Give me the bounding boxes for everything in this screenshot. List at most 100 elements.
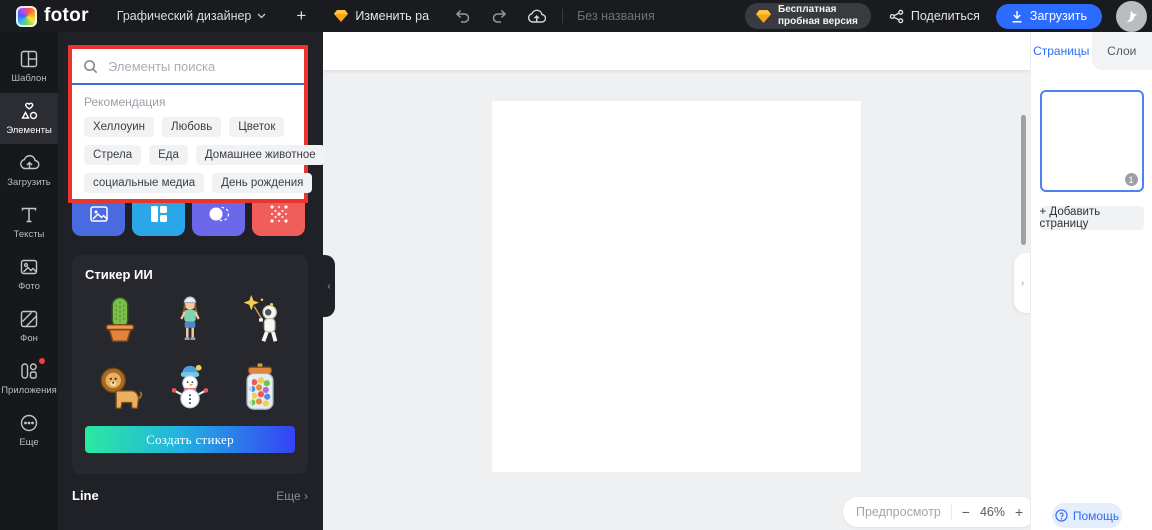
vertical-scrollbar[interactable]: [1021, 115, 1026, 245]
line-more-link[interactable]: Еще ›: [276, 489, 308, 503]
recommendation-label: Рекомендация: [84, 95, 166, 109]
sidebar-item-label: Загрузить: [7, 177, 51, 188]
tag-row: Стрела Еда Домашнее животное: [72, 145, 325, 165]
topbar: fotor Графический дизайнер + Изменить ра…: [0, 0, 1152, 32]
fotor-editor: fotor Графический дизайнер + Изменить ра…: [0, 0, 1152, 530]
tag-arrow[interactable]: Стрела: [84, 145, 142, 165]
share-button[interactable]: Поделиться: [889, 9, 980, 24]
tag-social-media[interactable]: социальные медиа: [84, 173, 205, 193]
photo-icon: [20, 259, 38, 275]
context-toolbar: [323, 32, 1030, 70]
topbar-divider: [562, 9, 564, 23]
redo-button[interactable]: [491, 9, 507, 23]
zoom-controls: Предпросмотр − 46% +: [843, 497, 1037, 527]
apps-icon: [21, 363, 37, 379]
panel-collapse-handle[interactable]: ‹: [323, 255, 335, 317]
girl-sticker-image: [180, 296, 200, 341]
elements-panel: Рекомендация Хеллоуин Любовь Цветок Стре…: [58, 32, 325, 530]
sidebar-item-background[interactable]: Фон: [0, 301, 58, 352]
sidebar-item-label: Еще: [19, 437, 39, 448]
create-sticker-button[interactable]: Создать стикер: [85, 426, 295, 453]
more-ellipsis-icon: [20, 414, 38, 432]
tag-pet[interactable]: Домашнее животное: [195, 145, 325, 165]
zoom-out-button[interactable]: −: [962, 505, 970, 519]
tab-layers[interactable]: Слои: [1091, 32, 1152, 70]
pages-panel: Страницы Слои 1 + Добавить страницу Помо…: [1030, 32, 1152, 530]
sidebar-item-label: Элементы: [6, 125, 52, 136]
sidebar-item-texts[interactable]: Тексты: [0, 197, 58, 248]
sidebar-item-label: Фон: [20, 333, 38, 344]
sidebar-item-photo[interactable]: Фото: [0, 249, 58, 300]
tag-love[interactable]: Любовь: [162, 117, 222, 137]
doc-type-label: Графический дизайнер: [116, 9, 252, 23]
help-button[interactable]: Помощь: [1052, 503, 1122, 528]
sidebar-item-label: Шаблон: [11, 73, 47, 84]
tag-row: социальные медиа День рождения: [72, 173, 313, 193]
sticker-astronaut[interactable]: [229, 288, 291, 352]
avatar[interactable]: [1116, 0, 1147, 32]
tag-food[interactable]: Еда: [149, 145, 188, 165]
fotor-logo[interactable]: fotor: [16, 5, 89, 27]
download-icon: [1012, 10, 1022, 23]
download-button[interactable]: Загрузить: [995, 3, 1102, 29]
document-title[interactable]: Без названия: [577, 9, 655, 23]
line-section-title: Line: [72, 488, 99, 503]
zoom-level[interactable]: 46%: [980, 505, 1005, 519]
share-icon: [889, 9, 904, 23]
sticker-grid: [85, 288, 295, 420]
astronaut-sticker-image: [243, 294, 278, 342]
share-label: Поделиться: [910, 9, 980, 23]
tag-row: Хеллоуин Любовь Цветок: [72, 117, 304, 137]
sidebar-item-elements[interactable]: Элементы: [0, 93, 58, 144]
collage-grid-icon: [150, 206, 167, 222]
search-input[interactable]: [106, 57, 293, 75]
upload-cloud-icon: [19, 155, 39, 170]
fotor-logo-text: fotor: [44, 5, 89, 26]
sidebar-item-template[interactable]: Шаблон: [0, 41, 58, 92]
undo-button[interactable]: [455, 9, 471, 23]
search-bar: [72, 49, 304, 85]
sidebar-item-upload[interactable]: Загрузить: [0, 145, 58, 196]
free-trial-button[interactable]: Бесплатная пробная версия: [745, 3, 871, 29]
page-number-badge: 1: [1124, 173, 1138, 186]
design-canvas[interactable]: [492, 101, 861, 472]
sidebar: Шаблон Элементы Загрузить Тексты Фото Фо…: [0, 32, 58, 530]
free-trial-label: Бесплатная пробная версия: [778, 4, 858, 27]
resize-button[interactable]: Изменить ра: [334, 9, 429, 23]
chevron-right-icon: ›: [304, 488, 308, 503]
sidebar-item-more[interactable]: Еще: [0, 405, 58, 456]
tab-pages[interactable]: Страницы: [1031, 32, 1092, 70]
tag-halloween[interactable]: Хеллоуин: [84, 117, 155, 137]
cactus-sticker-image: [105, 297, 135, 342]
sticker-cactus[interactable]: [89, 288, 151, 352]
new-design-button[interactable]: +: [296, 6, 306, 26]
sticker-candy-jar[interactable]: [229, 356, 291, 420]
zoom-in-button[interactable]: +: [1015, 505, 1023, 519]
notification-dot: [39, 358, 45, 364]
sticker-snowman[interactable]: [159, 356, 221, 420]
bird-icon: [1126, 10, 1138, 22]
search-popup-highlighted: Рекомендация Хеллоуин Любовь Цветок Стре…: [68, 45, 325, 203]
doc-type-dropdown[interactable]: Графический дизайнер: [117, 9, 267, 23]
page-thumbnail[interactable]: 1: [1039, 90, 1144, 192]
sticker-girl[interactable]: [159, 288, 221, 352]
preview-button[interactable]: Предпросмотр: [856, 505, 941, 519]
sticker-lion[interactable]: [89, 356, 151, 420]
add-page-button[interactable]: + Добавить страницу: [1039, 206, 1144, 230]
snowman-sticker-image: [171, 364, 209, 409]
text-icon: [21, 207, 37, 223]
tag-flower[interactable]: Цветок: [229, 117, 285, 137]
canvas-area: Предпросмотр − 46% +: [323, 70, 1037, 530]
cloud-save-button[interactable]: [527, 9, 547, 24]
ai-sticker-card: Стикер ИИ Создать стикер: [72, 255, 308, 474]
question-mark-icon: [1055, 509, 1068, 522]
dot-pattern-icon: [269, 205, 288, 223]
chevron-right-icon: ›: [1020, 277, 1025, 289]
zoom-divider: [950, 505, 952, 519]
tag-birthday[interactable]: День рождения: [212, 173, 313, 193]
right-panel-collapse-handle[interactable]: ›: [1014, 253, 1031, 313]
fotor-logo-icon: [16, 5, 37, 27]
elements-shapes-icon: [21, 102, 38, 120]
gem-icon: [756, 9, 771, 23]
sidebar-item-apps[interactable]: Приложения: [0, 353, 58, 404]
